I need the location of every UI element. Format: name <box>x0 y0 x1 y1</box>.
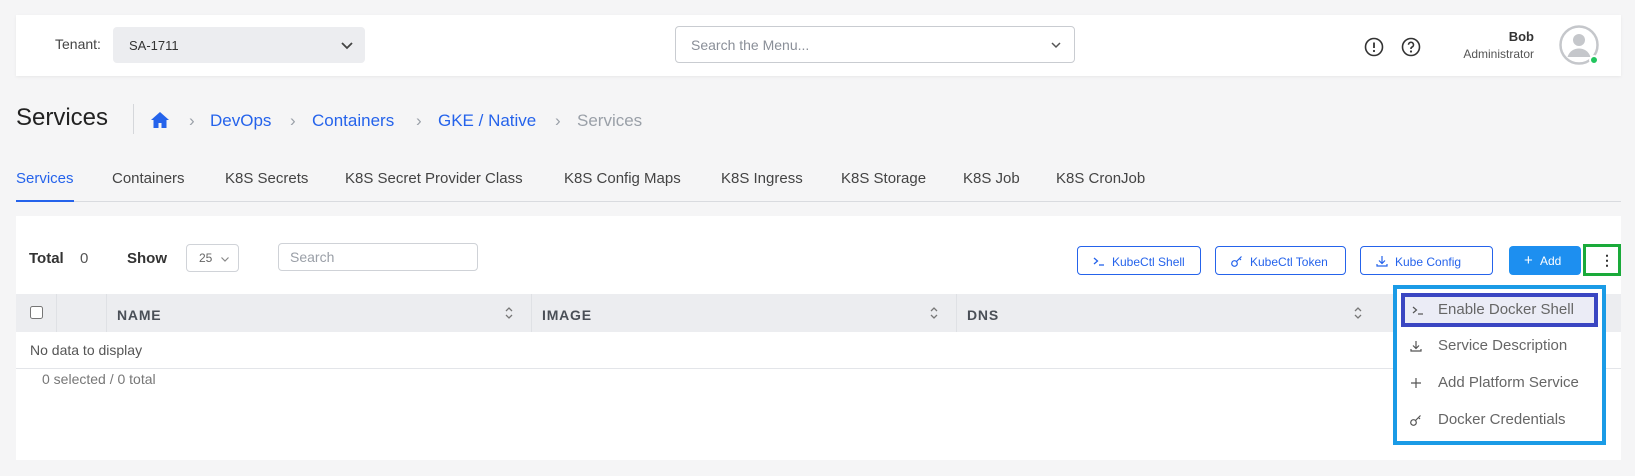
home-icon[interactable] <box>150 111 170 129</box>
column-divider <box>531 294 532 332</box>
user-name: Bob <box>1508 29 1534 44</box>
total-value: 0 <box>80 250 89 267</box>
help-icon[interactable] <box>1401 37 1421 57</box>
menu-item-docker-credentials[interactable]: Docker Credentials <box>1397 401 1602 439</box>
tab-k8s-storage[interactable]: K8S Storage <box>841 170 926 202</box>
breadcrumb-gke-native[interactable]: GKE / Native <box>438 111 536 131</box>
menu-item-label: Add Platform Service <box>1438 374 1579 391</box>
title-divider <box>133 104 134 134</box>
menu-item-label: Enable Docker Shell <box>1438 301 1574 318</box>
menu-item-service-description[interactable]: Service Description <box>1397 327 1602 365</box>
sort-icon[interactable] <box>1352 305 1364 321</box>
breadcrumb-separator: › <box>189 111 195 130</box>
column-divider <box>106 294 107 332</box>
kubectl-shell-label: KubeCtl Shell <box>1112 255 1185 269</box>
tab-k8s-config-maps[interactable]: K8S Config Maps <box>564 170 681 202</box>
tab-k8s-cronjob[interactable]: K8S CronJob <box>1056 170 1145 202</box>
download-icon <box>1376 256 1388 267</box>
kube-config-label: Kube Config <box>1395 255 1462 269</box>
plus-icon <box>1411 378 1421 388</box>
page-size-select[interactable]: 25 <box>186 244 239 272</box>
tab-k8s-job[interactable]: K8S Job <box>963 170 1020 202</box>
online-status-dot <box>1589 55 1599 65</box>
download-icon <box>1410 341 1422 352</box>
breadcrumb-separator: › <box>416 111 422 130</box>
column-divider <box>56 294 57 332</box>
menu-search-select[interactable]: Search the Menu... <box>675 26 1075 63</box>
tab-containers[interactable]: Containers <box>112 170 185 202</box>
menu-item-enable-docker-shell[interactable]: Enable Docker Shell <box>1401 293 1598 327</box>
column-header-dns[interactable]: DNS <box>967 307 999 323</box>
breadcrumb-separator: › <box>290 111 296 130</box>
chevron-down-icon <box>221 257 229 262</box>
empty-message: No data to display <box>30 342 143 358</box>
menu-item-label: Service Description <box>1438 337 1568 354</box>
alert-icon[interactable] <box>1364 37 1384 57</box>
kubectl-token-label: KubeCtl Token <box>1250 255 1328 269</box>
column-header-name[interactable]: NAME <box>117 307 161 323</box>
show-label: Show <box>127 250 167 267</box>
tenant-value: SA-1711 <box>129 38 179 53</box>
more-actions-button[interactable]: ⋮ <box>1583 244 1621 276</box>
sort-icon[interactable] <box>928 305 940 321</box>
kubectl-shell-button[interactable]: KubeCtl Shell <box>1077 246 1201 275</box>
tab-bar: Services Containers K8S Secrets K8S Secr… <box>16 170 1621 202</box>
menu-item-add-platform-service[interactable]: Add Platform Service <box>1397 364 1602 402</box>
tab-k8s-secrets[interactable]: K8S Secrets <box>225 170 308 202</box>
breadcrumb-separator: › <box>555 111 561 130</box>
tab-k8s-ingress[interactable]: K8S Ingress <box>721 170 803 202</box>
total-label: Total <box>29 250 64 267</box>
chevron-down-icon <box>341 42 353 50</box>
page-title: Services <box>16 104 109 131</box>
sort-icon[interactable] <box>503 305 515 321</box>
tenant-select[interactable]: SA-1711 <box>113 27 365 63</box>
terminal-icon <box>1412 306 1423 315</box>
selection-summary: 0 selected / 0 total <box>42 371 156 387</box>
menu-item-label: Docker Credentials <box>1438 411 1566 428</box>
top-bar: Tenant: SA-1711 Search the Menu... Bob A… <box>16 15 1621 76</box>
column-header-image[interactable]: IMAGE <box>542 307 592 323</box>
more-actions-menu: Enable Docker Shell Service Description … <box>1393 285 1606 445</box>
services-panel: Total 0 Show 25 KubeCtl Shell KubeCtl To… <box>16 216 1621 460</box>
add-button[interactable]: + Add <box>1509 246 1581 275</box>
tenant-label: Tenant: <box>55 36 101 52</box>
table-header: NAME IMAGE DNS <box>16 294 1621 332</box>
key-icon <box>1231 256 1242 267</box>
page-size-value: 25 <box>199 251 213 265</box>
plus-icon: + <box>1524 252 1533 269</box>
user-role: Administrator <box>1463 47 1534 61</box>
chevron-down-icon <box>1051 42 1061 49</box>
terminal-icon <box>1093 257 1104 266</box>
menu-search-placeholder: Search the Menu... <box>691 37 810 53</box>
empty-row: No data to display <box>16 332 1621 369</box>
more-vertical-icon: ⋮ <box>1600 252 1614 268</box>
column-divider <box>956 294 957 332</box>
add-label: Add <box>1540 254 1562 268</box>
kubectl-token-button[interactable]: KubeCtl Token <box>1215 246 1346 275</box>
key-icon <box>1410 415 1421 426</box>
breadcrumb-containers[interactable]: Containers <box>312 111 394 131</box>
breadcrumb-current: Services <box>577 111 643 130</box>
table-search-input[interactable] <box>278 243 478 271</box>
kube-config-button[interactable]: Kube Config <box>1360 246 1493 275</box>
select-all-checkbox[interactable] <box>30 306 43 319</box>
tab-services[interactable]: Services <box>16 170 74 202</box>
breadcrumb-devops[interactable]: DevOps <box>210 111 271 131</box>
tab-k8s-secret-provider-class[interactable]: K8S Secret Provider Class <box>345 170 523 202</box>
